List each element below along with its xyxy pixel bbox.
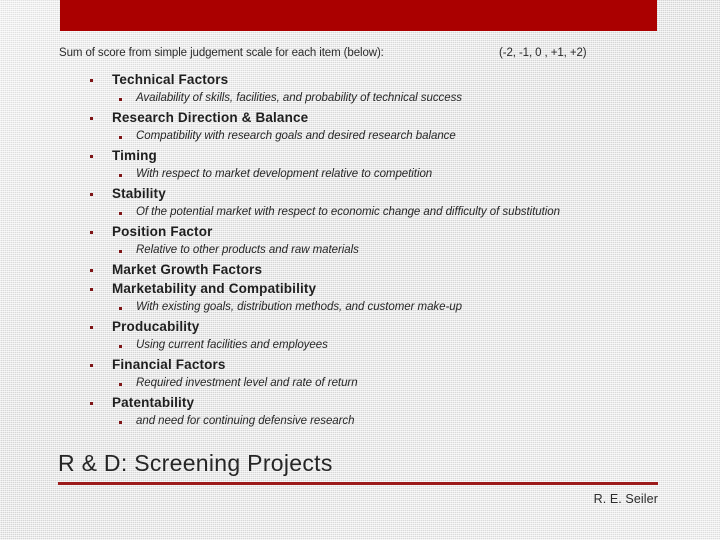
bullet-point-icon bbox=[90, 269, 93, 272]
outline-item: Financial Factors bbox=[0, 357, 720, 376]
bullet-point-icon bbox=[90, 288, 93, 291]
outline-subitem-label: With respect to market development relat… bbox=[136, 168, 433, 180]
outline-subitem-label: Using current facilities and employees bbox=[136, 339, 328, 351]
outline-item: Market Growth Factors bbox=[0, 262, 720, 281]
outline-subitem-label: With existing goals, distribution method… bbox=[136, 301, 462, 313]
bullet-point-icon bbox=[119, 174, 122, 177]
outline-item-label: Stability bbox=[112, 186, 166, 201]
outline-subitem-label: Availability of skills, facilities, and … bbox=[136, 92, 463, 104]
outline-item-label: Timing bbox=[112, 148, 157, 163]
bullet-point-icon bbox=[90, 117, 93, 120]
outline-item: With respect to market development relat… bbox=[0, 167, 720, 186]
outline-item: Position Factor bbox=[0, 224, 720, 243]
intro-row: Sum of score from simple judgement scale… bbox=[59, 47, 659, 65]
slide-canvas: Sum of score from simple judgement scale… bbox=[0, 0, 720, 540]
intro-label: Sum of score from simple judgement scale… bbox=[59, 47, 384, 59]
outline-subitem-label: Of the potential market with respect to … bbox=[136, 206, 560, 218]
outline-item: Marketability and Compatibility bbox=[0, 281, 720, 300]
outline-subitem-label: and need for continuing defensive resear… bbox=[136, 415, 355, 427]
bullet-point-icon bbox=[90, 79, 93, 82]
bullet-point-icon bbox=[119, 250, 122, 253]
outline-item: Research Direction & Balance bbox=[0, 110, 720, 129]
bullet-point-icon bbox=[119, 345, 122, 348]
bullet-point-icon bbox=[90, 231, 93, 234]
outline-item: Patentability bbox=[0, 395, 720, 414]
outline-item: Availability of skills, facilities, and … bbox=[0, 91, 720, 110]
outline-item: Stability bbox=[0, 186, 720, 205]
outline-item-label: Position Factor bbox=[112, 224, 213, 239]
outline-item-label: Patentability bbox=[112, 395, 195, 410]
intro-scale-values: (-2, -1, 0 , +1, +2) bbox=[499, 47, 587, 59]
bullet-point-icon bbox=[90, 193, 93, 196]
bullet-point-icon bbox=[90, 402, 93, 405]
outline-item: Using current facilities and employees bbox=[0, 338, 720, 357]
page-title: R & D: Screening Projects bbox=[58, 450, 333, 476]
outline-subitem-label: Required investment level and rate of re… bbox=[136, 377, 358, 389]
outline-item: With existing goals, distribution method… bbox=[0, 300, 720, 319]
bullet-point-icon bbox=[119, 421, 122, 424]
title-underline-rule bbox=[58, 482, 658, 485]
outline-item: Technical Factors bbox=[0, 72, 720, 91]
header-accent-bar bbox=[60, 0, 657, 31]
outline-item-label: Producability bbox=[112, 319, 200, 334]
outline-item: Relative to other products and raw mater… bbox=[0, 243, 720, 262]
outline-item: Producability bbox=[0, 319, 720, 338]
footer-author: R. E. Seiler bbox=[593, 492, 658, 506]
outline-item: Required investment level and rate of re… bbox=[0, 376, 720, 395]
outline-item-label: Marketability and Compatibility bbox=[112, 281, 317, 296]
bullet-point-icon bbox=[90, 155, 93, 158]
outline-item: Timing bbox=[0, 148, 720, 167]
bullet-point-icon bbox=[119, 136, 122, 139]
outline-item: Of the potential market with respect to … bbox=[0, 205, 720, 224]
outline-item: Compatibility with research goals and de… bbox=[0, 129, 720, 148]
bullet-point-icon bbox=[119, 212, 122, 215]
bullet-point-icon bbox=[119, 383, 122, 386]
outline-item-label: Financial Factors bbox=[112, 357, 226, 372]
outline-item: and need for continuing defensive resear… bbox=[0, 414, 720, 433]
bullet-point-icon bbox=[90, 364, 93, 367]
outline-item-label: Technical Factors bbox=[112, 72, 229, 87]
outline-subitem-label: Relative to other products and raw mater… bbox=[136, 244, 359, 256]
outline-item-label: Market Growth Factors bbox=[112, 262, 263, 277]
outline-subitem-label: Compatibility with research goals and de… bbox=[136, 130, 456, 142]
outline-list: Technical Factors Availability of skills,… bbox=[0, 72, 720, 433]
outline-item-label: Research Direction & Balance bbox=[112, 110, 309, 125]
bullet-point-icon bbox=[119, 98, 122, 101]
bullet-point-icon bbox=[119, 307, 122, 310]
bullet-point-icon bbox=[90, 326, 93, 329]
